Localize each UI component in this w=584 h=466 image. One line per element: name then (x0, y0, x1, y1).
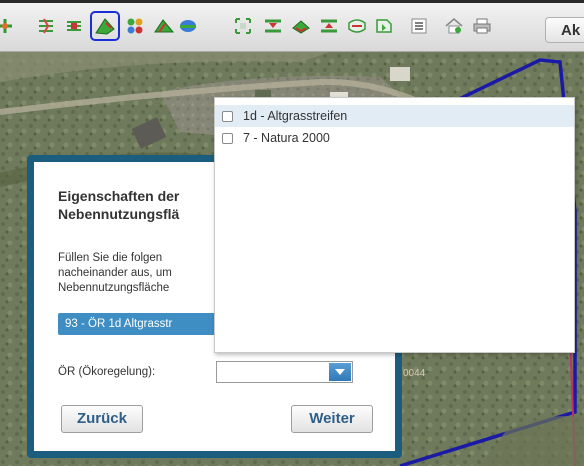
dialog-instructions: Füllen Sie die folgen nacheinander aus, … (58, 251, 172, 296)
layer-merge-icon[interactable] (318, 15, 340, 37)
or-options-dropdown: 1d - Altgrasstreifen 7 - Natura 2000 (214, 97, 575, 353)
dialog-title-line2: Nebennutzungsflä (58, 206, 180, 222)
ak-button[interactable]: Ak (545, 17, 584, 43)
chevron-down-icon (335, 369, 345, 375)
dialog-title-line1: Eigenschaften der (58, 188, 180, 204)
dialog-title: Eigenschaften der Nebennutzungsflä (58, 187, 179, 223)
print-icon[interactable] (471, 15, 493, 37)
select-polygon-icon[interactable] (124, 15, 146, 37)
draw-polygon-icon[interactable] (90, 11, 120, 41)
or-select-toggle-button[interactable] (329, 363, 351, 381)
ak-button-label: Ak (561, 22, 581, 39)
parcel-label: 0044 (403, 368, 426, 379)
option-checkbox[interactable] (222, 110, 233, 122)
draw-line-icon[interactable] (35, 15, 57, 37)
next-button[interactable]: Weiter (291, 405, 373, 433)
dropdown-option-altgrasstreifen[interactable]: 1d - Altgrasstreifen (215, 105, 574, 127)
instructions-line1: Füllen Sie die folgen (58, 252, 163, 264)
map-toolbar: Ak (0, 3, 584, 52)
back-button[interactable]: Zurück (61, 405, 143, 433)
home-icon[interactable] (443, 15, 465, 37)
option-checkbox[interactable] (222, 132, 233, 144)
layer-up-icon[interactable] (290, 15, 312, 37)
list-icon[interactable] (408, 15, 430, 37)
or-select[interactable] (216, 361, 353, 383)
split-polygon-icon[interactable] (153, 15, 175, 37)
instructions-line2: nacheinander aus, um (58, 267, 172, 279)
draw-point-icon[interactable] (0, 15, 16, 37)
or-field-label: ÖR (Ökoregelung): (58, 366, 156, 378)
option-label: 1d - Altgrasstreifen (243, 109, 348, 123)
dropdown-option-natura-2000[interactable]: 7 - Natura 2000 (215, 127, 574, 149)
edit-line-icon[interactable] (63, 15, 85, 37)
layer-down-icon[interactable] (262, 15, 284, 37)
zoom-extent-icon[interactable] (232, 15, 254, 37)
instructions-line3: Nebennutzungsfläche (58, 282, 170, 294)
measure-area-icon[interactable] (177, 15, 199, 37)
layer-edit-icon[interactable] (346, 15, 368, 37)
option-label: 7 - Natura 2000 (243, 131, 330, 145)
layer-copy-icon[interactable] (373, 15, 395, 37)
